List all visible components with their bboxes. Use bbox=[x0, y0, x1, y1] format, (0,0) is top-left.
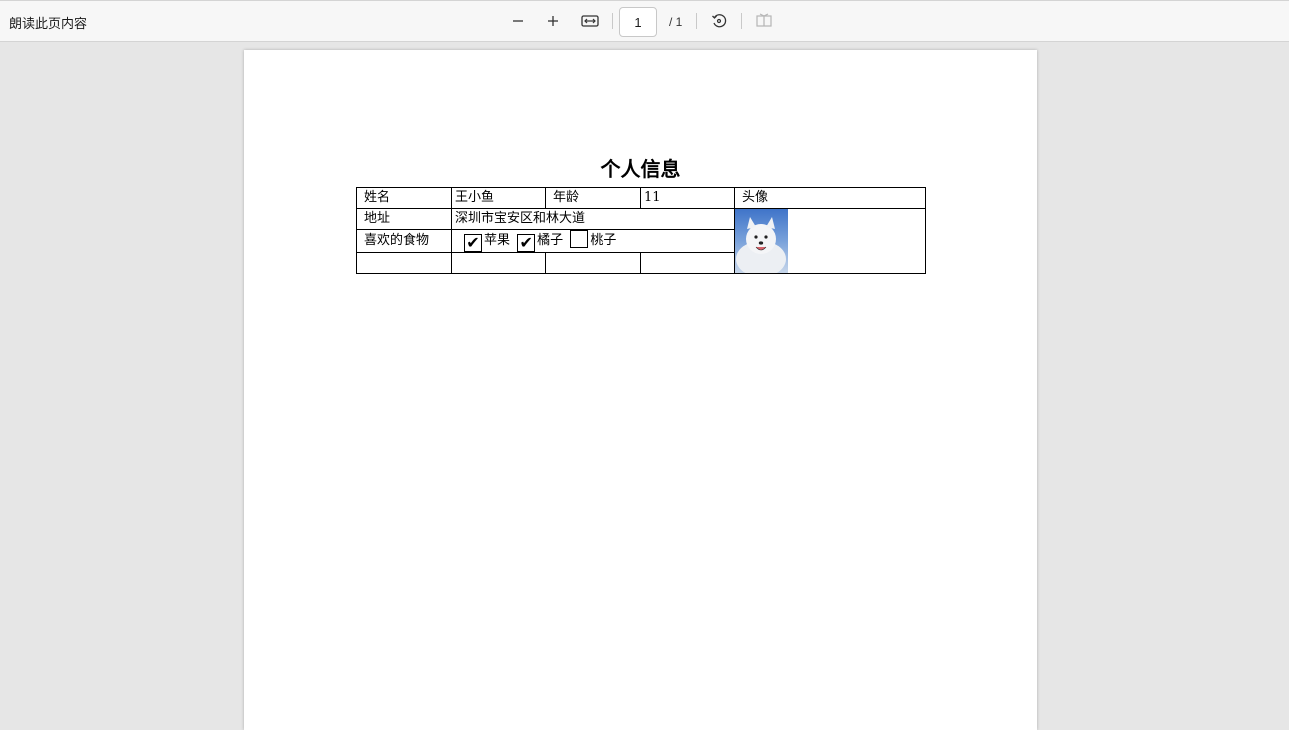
apple-checkbox[interactable]: ✔ bbox=[464, 234, 482, 252]
pdf-toolbar: 朗读此页内容 / 1 bbox=[0, 0, 1289, 42]
toolbar-divider bbox=[741, 13, 742, 29]
name-value: 王小鱼 bbox=[451, 187, 546, 209]
read-aloud-button[interactable]: 朗读此页内容 bbox=[9, 13, 87, 32]
empty-cell bbox=[451, 252, 546, 274]
table-row: 地址 深圳市宝安区和林大道 bbox=[356, 208, 926, 274]
orange-label: 橘子 bbox=[537, 233, 564, 248]
document-title: 个人信息 bbox=[600, 157, 681, 181]
toolbar-divider bbox=[696, 13, 697, 29]
name-label: 姓名 bbox=[356, 187, 452, 209]
rotate-icon bbox=[712, 14, 727, 28]
address-value: 深圳市宝安区和林大道 bbox=[451, 208, 735, 230]
minus-icon bbox=[513, 20, 523, 22]
avatar-cell bbox=[734, 208, 926, 274]
table-row: 姓名 王小鱼 年龄 11 头像 bbox=[356, 187, 926, 209]
fit-width-icon bbox=[581, 15, 599, 27]
avatar-label: 头像 bbox=[734, 187, 926, 209]
fit-width-button[interactable] bbox=[579, 10, 601, 32]
page-number-input[interactable] bbox=[619, 7, 657, 37]
age-value: 11 bbox=[640, 187, 735, 209]
toolbar-divider bbox=[612, 13, 613, 29]
favorite-foods-label: 喜欢的食物 bbox=[356, 229, 452, 253]
address-label: 地址 bbox=[356, 208, 452, 230]
zoom-out-button[interactable] bbox=[507, 10, 529, 32]
peach-checkbox[interactable] bbox=[570, 230, 589, 248]
personal-info-table: 姓名 王小鱼 年龄 11 头像 地址 深圳市宝安区和林大道 喜欢的食物 ✔ 苹果… bbox=[356, 187, 926, 274]
avatar-image bbox=[735, 209, 788, 273]
page-count: / 1 bbox=[669, 15, 683, 29]
rotate-button[interactable] bbox=[708, 10, 730, 32]
plus-icon bbox=[548, 16, 558, 26]
empty-cell bbox=[545, 252, 641, 274]
empty-cell bbox=[640, 252, 735, 274]
zoom-in-button[interactable] bbox=[542, 10, 564, 32]
page-view-button[interactable] bbox=[753, 10, 775, 32]
orange-checkbox[interactable]: ✔ bbox=[517, 234, 536, 252]
apple-label: 苹果 bbox=[484, 233, 511, 248]
pdf-page: 个人信息 姓名 王小鱼 年龄 11 头像 地址 深圳市宝安区和林大道 喜欢的食物… bbox=[244, 50, 1037, 730]
peach-label: 桃子 bbox=[590, 233, 617, 248]
empty-cell bbox=[356, 252, 452, 274]
page-view-icon bbox=[756, 13, 772, 27]
favorite-foods-options: ✔ 苹果 ✔ 橘子 桃子 bbox=[451, 229, 735, 253]
age-label: 年龄 bbox=[545, 187, 641, 209]
